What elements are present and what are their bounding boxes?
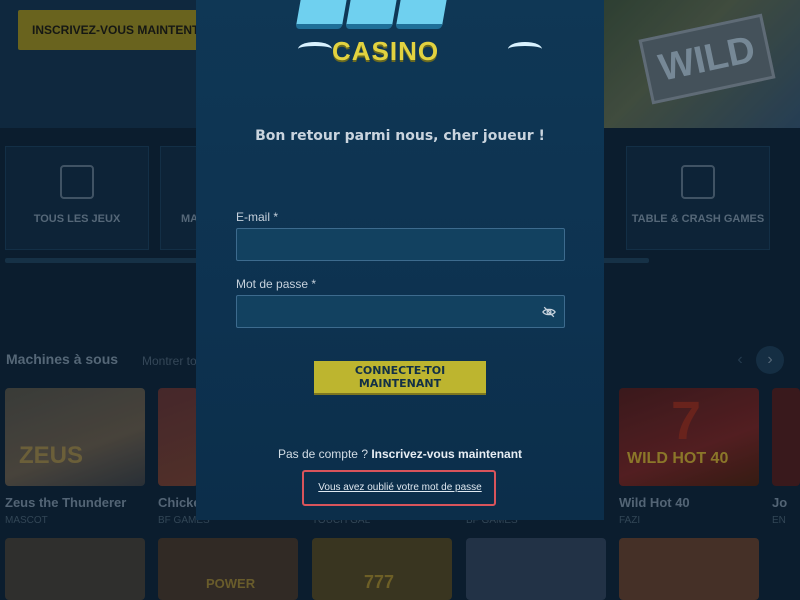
login-modal: CASINO Bon retour parmi nous, cher joueu… (196, 0, 604, 520)
email-field[interactable] (236, 228, 565, 261)
signup-prompt: Pas de compte ? (277, 447, 368, 461)
signup-link[interactable]: Inscrivez-vous maintenant (371, 447, 522, 461)
connect-button[interactable]: CONNECTE-TOI MAINTENANT (314, 361, 486, 393)
wave-icon (298, 42, 332, 56)
wave-icon (508, 42, 542, 56)
casino-logo: CASINO (276, 0, 542, 70)
signup-line: Pas de compte ? Inscrivez-vous maintenan… (196, 447, 604, 461)
email-label: E-mail * (236, 210, 279, 224)
forgot-password-link[interactable]: Vous avez oublié votre mot de passe (196, 482, 604, 493)
logo-letters-shape (288, 0, 458, 29)
password-label: Mot de passe * (236, 277, 317, 291)
eye-off-icon[interactable] (542, 305, 556, 319)
logo-casino-text: CASINO (332, 36, 440, 66)
password-field[interactable] (236, 295, 565, 328)
welcome-heading: Bon retour parmi nous, cher joueur ! (255, 128, 545, 144)
